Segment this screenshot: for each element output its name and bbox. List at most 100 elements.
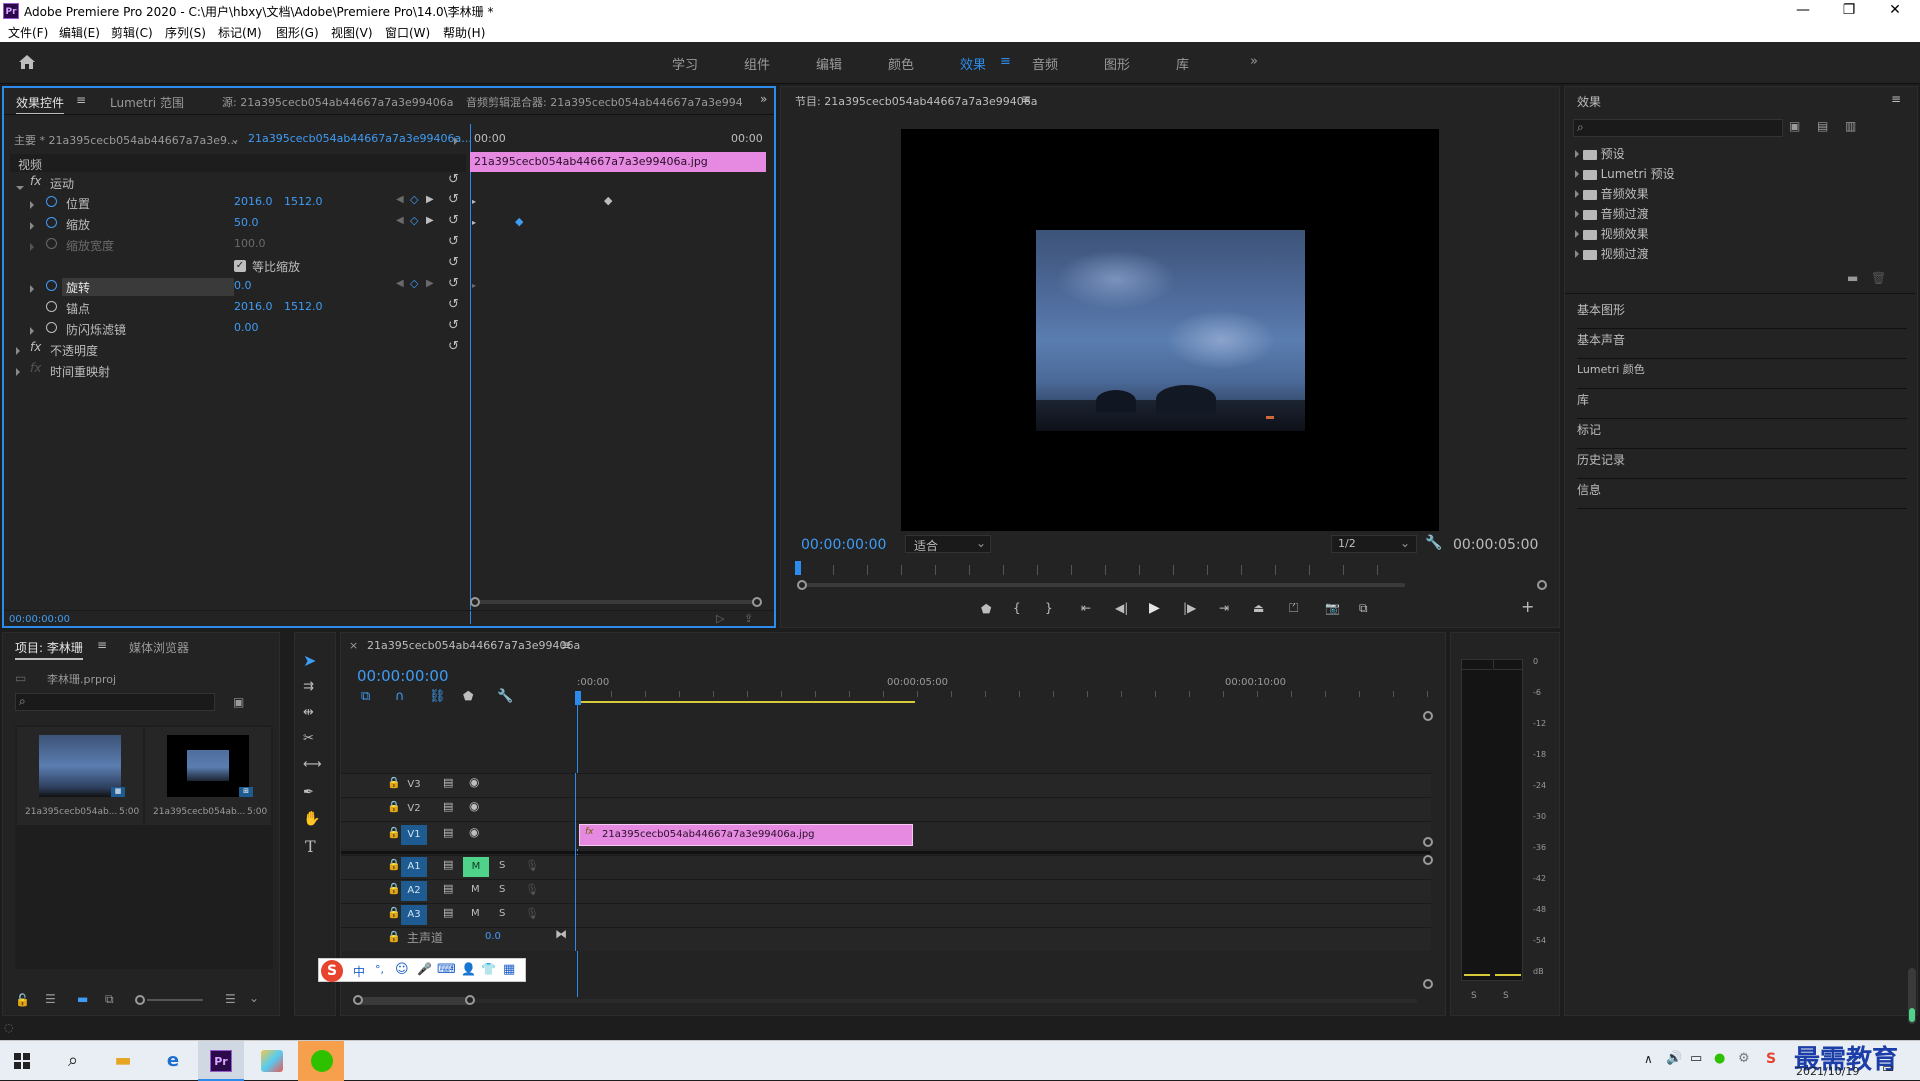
extract-icon[interactable]: ⏍ bbox=[1289, 601, 1298, 616]
filter-icon[interactable]: ▷ bbox=[716, 612, 724, 625]
section-lumetri-color[interactable]: Lumetri 颜色 bbox=[1577, 359, 1907, 389]
prop-position-x[interactable]: 2016.0 bbox=[234, 195, 273, 215]
program-ruler[interactable] bbox=[799, 565, 1407, 575]
reset-icon[interactable]: ↺ bbox=[448, 213, 459, 228]
sync-lock-icon[interactable]: ▤ bbox=[443, 800, 453, 813]
track-select-tool-icon[interactable]: ⇉ bbox=[303, 679, 314, 694]
play-icon[interactable]: ▶ bbox=[1149, 600, 1160, 616]
workspace-editing[interactable]: 编辑 bbox=[816, 54, 842, 73]
prop-anchor-x[interactable]: 2016.0 bbox=[234, 300, 273, 320]
solo-a2-button[interactable]: S bbox=[499, 884, 505, 895]
program-timecode[interactable]: 00:00:00:00 bbox=[801, 537, 886, 553]
timeline-timecode[interactable]: 00:00:00:00 bbox=[357, 667, 449, 685]
section-libraries[interactable]: 库 bbox=[1577, 389, 1907, 419]
mic-icon[interactable]: 🎙 bbox=[525, 859, 539, 872]
add-keyframe-icon[interactable]: ◇ bbox=[410, 193, 418, 206]
tree-item-audio-transitions[interactable]: 音频过渡 bbox=[1575, 205, 1649, 225]
mute-a3-button[interactable]: M bbox=[471, 908, 480, 919]
stopwatch-icon[interactable] bbox=[46, 196, 57, 210]
zoom-end-handle[interactable] bbox=[1537, 580, 1547, 590]
hand-tool-icon[interactable]: ✋ bbox=[303, 811, 320, 827]
next-keyframe-icon[interactable]: ▶ bbox=[426, 278, 434, 289]
workspace-graphics[interactable]: 图形 bbox=[1104, 54, 1130, 73]
eye-icon[interactable]: ◉ bbox=[469, 799, 479, 813]
skin-icon[interactable]: 👕 bbox=[481, 962, 496, 976]
stopwatch-icon[interactable] bbox=[46, 217, 57, 231]
tray-app-icon[interactable]: ● bbox=[1714, 1051, 1725, 1066]
keyframe-clip-bar[interactable]: 21a395cecb054ab44667a7a3e99406a.jpg bbox=[470, 152, 766, 172]
lock-icon[interactable]: 🔒 bbox=[387, 800, 401, 813]
sync-lock-icon[interactable]: ▤ bbox=[443, 826, 453, 839]
workspace-assembly[interactable]: 组件 bbox=[744, 54, 770, 73]
icon-view-icon[interactable]: ▬ bbox=[77, 992, 88, 1006]
eye-icon[interactable]: ◉ bbox=[469, 775, 479, 789]
timeline-ruler[interactable]: :00:00 00:00:05:00 00:00:10:00 bbox=[577, 677, 1433, 707]
menu-file[interactable]: 文件(F) bbox=[8, 24, 48, 41]
tray-chevron-icon[interactable]: ∧ bbox=[1644, 1052, 1653, 1066]
workspace-color[interactable]: 颜色 bbox=[888, 54, 914, 73]
lock-icon[interactable]: 🔒 bbox=[387, 826, 401, 839]
lock-icon[interactable]: 🔒 bbox=[387, 776, 401, 789]
mark-out-icon[interactable]: } bbox=[1045, 601, 1053, 615]
tab-source[interactable]: 源: 21a395cecb054ab44667a7a3e99406a bbox=[222, 94, 453, 110]
add-button-icon[interactable]: + bbox=[1521, 597, 1534, 616]
chevron-down-icon[interactable]: ⌄ bbox=[249, 991, 259, 1005]
menu-graphics[interactable]: 图形(G) bbox=[276, 24, 319, 41]
keyframe-diamond-icon[interactable]: ◆ bbox=[604, 194, 612, 207]
sort-icon[interactable]: ☰ bbox=[225, 992, 236, 1006]
zoom-end-handle[interactable] bbox=[752, 597, 762, 607]
user-icon[interactable]: 👤 bbox=[461, 962, 476, 976]
lock-icon[interactable]: 🔒 bbox=[387, 882, 401, 895]
toolbox-icon[interactable]: ▦ bbox=[503, 962, 515, 977]
snap-icon[interactable]: ∩ bbox=[395, 689, 405, 704]
ime-punctuation[interactable]: °, bbox=[375, 963, 384, 976]
sync-lock-icon[interactable]: ▤ bbox=[443, 882, 453, 895]
track-label-v2[interactable]: V2 bbox=[401, 799, 427, 819]
nest-icon[interactable]: ⧉ bbox=[361, 689, 370, 704]
section-markers[interactable]: 标记 bbox=[1577, 419, 1907, 449]
search-icon[interactable]: ⌕ bbox=[50, 1045, 96, 1077]
track-label-v3[interactable]: V3 bbox=[401, 775, 427, 795]
mic-icon[interactable]: 🎤 bbox=[417, 962, 432, 976]
zoom-start-handle[interactable] bbox=[797, 580, 807, 590]
windows-start-icon[interactable] bbox=[14, 1053, 30, 1069]
project-search-input[interactable]: ⌕ bbox=[15, 693, 215, 711]
sync-lock-icon[interactable]: ▤ bbox=[443, 906, 453, 919]
solo-right-button[interactable]: S bbox=[1503, 991, 1509, 1001]
camera-icon[interactable]: 📷 bbox=[1325, 601, 1340, 615]
razor-tool-icon[interactable]: ✂ bbox=[303, 731, 314, 746]
menu-edit[interactable]: 编辑(E) bbox=[59, 24, 100, 41]
linked-selection-icon[interactable]: ⛓ bbox=[429, 689, 446, 704]
wrench-icon[interactable]: 🔧 bbox=[497, 689, 513, 704]
eye-icon[interactable]: ◉ bbox=[469, 825, 479, 839]
menu-window[interactable]: 窗口(W) bbox=[385, 24, 430, 41]
selection-tool-icon[interactable]: ➤ bbox=[303, 651, 316, 670]
lift-icon[interactable]: ⏏ bbox=[1253, 601, 1264, 615]
uniform-scale-checkbox[interactable]: ✓ bbox=[234, 260, 246, 272]
timeline-tab[interactable]: 21a395cecb054ab44667a7a3e99406a bbox=[367, 639, 580, 652]
expand-time-remap-icon[interactable] bbox=[16, 365, 20, 379]
restore-button[interactable]: ❐ bbox=[1826, 0, 1872, 22]
prev-keyframe-icon[interactable]: ◀ bbox=[396, 215, 404, 226]
side-scrollbar[interactable] bbox=[1908, 968, 1916, 1024]
marker-icon[interactable]: ⬟ bbox=[981, 602, 991, 616]
edge-icon[interactable]: e bbox=[150, 1045, 196, 1077]
panel-menu-icon[interactable]: ≡ bbox=[97, 638, 107, 652]
prev-keyframe-icon[interactable]: ◀ bbox=[396, 194, 404, 205]
solo-a3-button[interactable]: S bbox=[499, 908, 505, 919]
32bit-effects-icon[interactable]: ▤ bbox=[1817, 119, 1828, 133]
home-icon[interactable] bbox=[18, 54, 36, 70]
workspace-audio[interactable]: 音频 bbox=[1032, 54, 1058, 73]
new-bin-icon[interactable]: ▣ bbox=[233, 695, 244, 709]
pen-tool-icon[interactable]: ✒ bbox=[303, 785, 314, 800]
go-to-end-icon[interactable]: ⧓ bbox=[555, 927, 567, 941]
panel-overflow-icon[interactable]: » bbox=[760, 92, 767, 106]
expand-scale-width-icon[interactable] bbox=[30, 240, 34, 254]
prop-flicker-value[interactable]: 0.00 bbox=[234, 321, 259, 341]
tree-item-presets[interactable]: 预设 bbox=[1575, 145, 1625, 165]
expand-scale-icon[interactable] bbox=[30, 219, 34, 233]
notification-icon[interactable]: ▭ bbox=[1882, 1061, 1894, 1076]
sogou-logo-icon[interactable]: S bbox=[321, 960, 343, 982]
workspace-overflow-icon[interactable]: » bbox=[1250, 54, 1258, 69]
scroll-handle[interactable] bbox=[1423, 837, 1433, 847]
